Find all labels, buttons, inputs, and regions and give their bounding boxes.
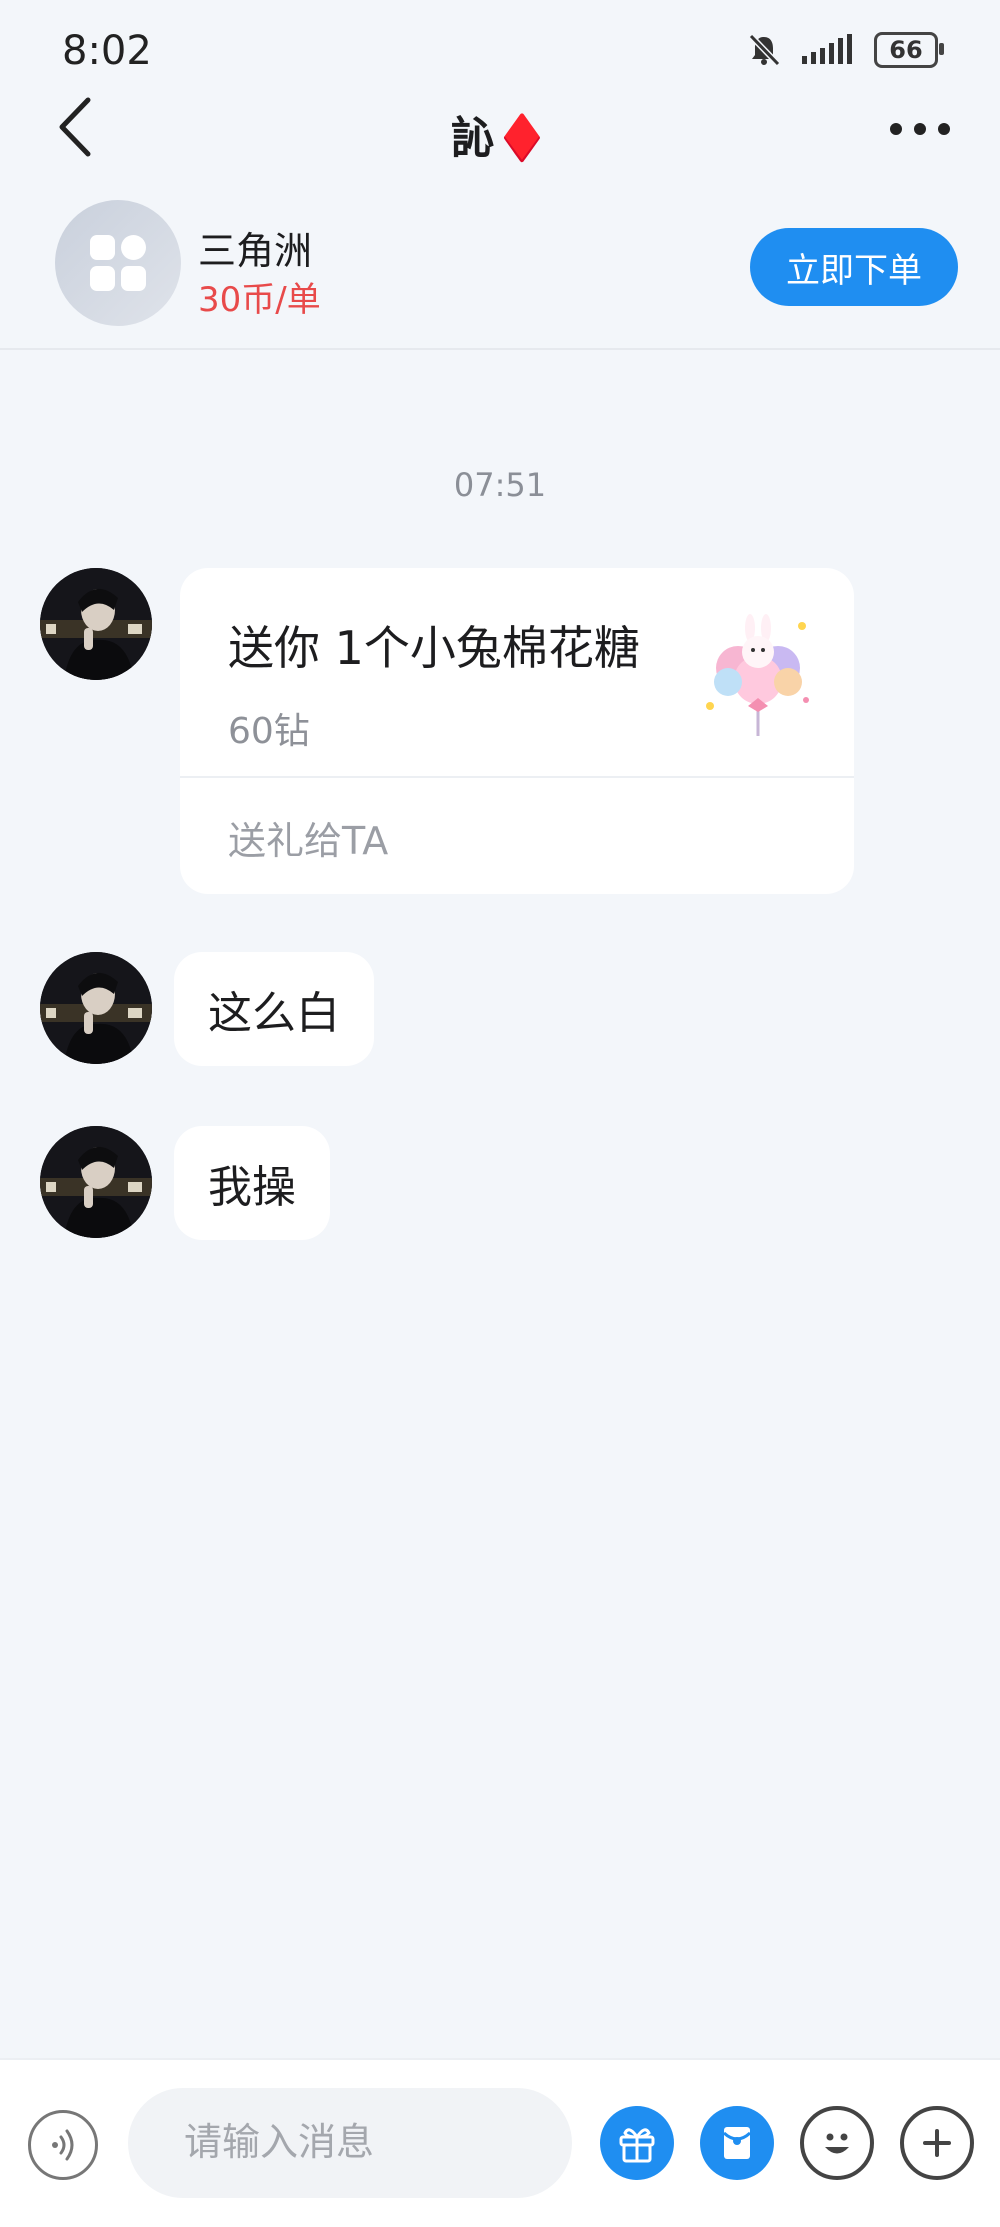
battery-level: 66 [889,36,923,64]
cotton-candy-bunny-icon [706,614,809,736]
red-packet-button[interactable] [700,2106,774,2180]
battery-icon: 66 [874,32,944,68]
message-input[interactable] [128,2088,572,2198]
message-bubble[interactable]: 这么白 [174,952,374,1066]
user-photo-icon [40,952,152,1064]
product-bar: 三角洲 30币/单 立即下单 [0,200,1000,350]
more-button[interactable] [880,104,960,154]
input-bar [0,2058,1000,2227]
emoji-button[interactable] [800,2106,874,2180]
gift-message-card[interactable]: 送你 1个小兔棉花糖 60钻 送礼给TA [180,568,854,894]
product-name: 三角洲 [198,229,313,273]
status-bar: 8:02 66 [0,0,1000,92]
gift-title: 送你 1个小兔棉花糖 [228,621,640,675]
status-time: 8:02 [62,28,152,74]
avatar[interactable] [40,952,152,1064]
avatar[interactable] [40,568,152,680]
status-icons: 66 [746,28,944,72]
more-dot-icon [890,123,902,135]
page-title: 訫♦️ [450,113,550,164]
chat-timestamp: 07:51 [453,466,547,504]
more-dot-icon [938,123,950,135]
voice-icon [52,2129,74,2161]
gift-icon [619,2128,655,2163]
message-bubble[interactable]: 我操 [174,1126,330,1240]
message-text: 我操 [208,1162,296,1213]
smiley-icon [825,2133,849,2154]
product-avatar[interactable] [55,200,181,326]
voice-button[interactable] [28,2110,98,2180]
product-price: 30币/单 [198,280,321,320]
more-options-button[interactable] [900,2106,974,2180]
message-text: 这么白 [208,988,340,1039]
divider [180,776,854,778]
bell-muted-icon [748,33,781,67]
apps-grid-icon [90,235,146,291]
user-photo-icon [40,568,152,680]
more-dot-icon [914,123,926,135]
red-packet-icon [722,2127,752,2159]
plus-icon [923,2129,951,2157]
gift-button[interactable] [600,2106,674,2180]
avatar[interactable] [40,1126,152,1238]
signal-icon [802,34,852,64]
gift-price: 60钻 [228,711,310,752]
order-now-button[interactable]: 立即下单 [750,228,958,306]
send-gift-link[interactable]: 送礼给TA [228,810,388,865]
user-photo-icon [40,1126,152,1238]
